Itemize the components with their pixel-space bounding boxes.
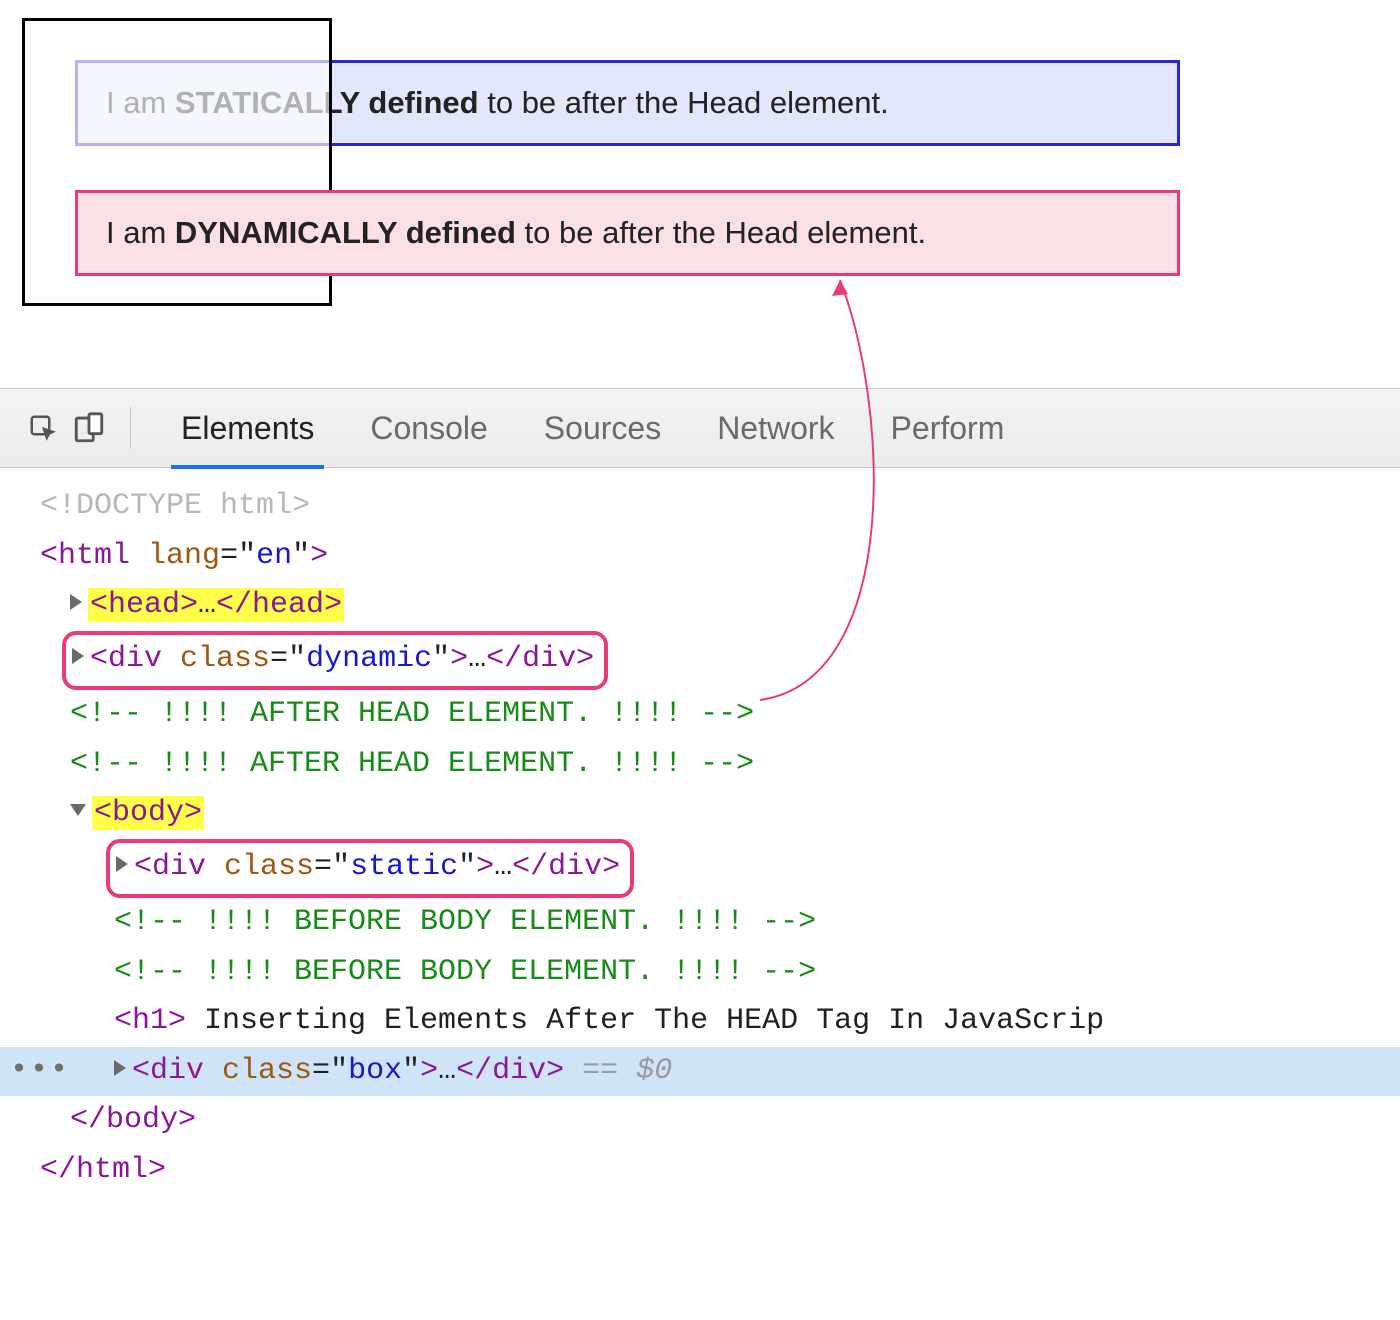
collapse-toggle-icon[interactable] [70,804,86,816]
dom-doctype[interactable]: <!DOCTYPE html> [0,482,1400,532]
dynamic-banner-text-bold: DYNAMICALLY defined [175,215,516,250]
dynamic-banner-text-post: to be after the Head element. [516,215,926,250]
expand-toggle-icon[interactable] [114,1060,126,1076]
tab-elements[interactable]: Elements [153,388,342,468]
static-banner-text-pre: I am [106,85,175,120]
static-banner: I am STATICALLY defined to be after the … [75,60,1180,146]
dynamic-outline: <div class="dynamic">…</div> [62,631,608,691]
dom-html-close[interactable]: </html> [0,1146,1400,1196]
dom-body-open[interactable]: <body> [0,789,1400,839]
inspect-icon[interactable] [28,413,58,443]
overflow-dots-icon[interactable]: ••• [10,1047,70,1097]
dom-comment-afterhead-2[interactable]: <!-- !!!! AFTER HEAD ELEMENT. !!!! --> [0,740,1400,790]
tabbar-divider [130,407,131,449]
dom-comment-beforebody-2[interactable]: <!-- !!!! BEFORE BODY ELEMENT. !!!! --> [0,948,1400,998]
dom-h1[interactable]: <h1> Inserting Elements After The HEAD T… [0,997,1400,1047]
dom-body-close[interactable]: </body> [0,1096,1400,1146]
devtools-panel: Elements Console Sources Network Perform… [0,388,1400,1195]
dom-box-div-selected[interactable]: ••• <div class="box">…</div> == $0 [0,1047,1400,1097]
dom-html-open[interactable]: <html lang="en"> [0,532,1400,582]
dom-tree[interactable]: <!DOCTYPE html> <html lang="en"> <head>…… [0,468,1400,1195]
tab-network[interactable]: Network [689,388,862,468]
page-preview: I am STATICALLY defined to be after the … [0,0,1400,320]
static-banner-text-post: to be after the Head element. [479,85,889,120]
dynamic-banner-text-pre: I am [106,215,175,250]
dom-comment-beforebody-1[interactable]: <!-- !!!! BEFORE BODY ELEMENT. !!!! --> [0,898,1400,948]
tab-performance[interactable]: Perform [863,388,1033,468]
dom-dynamic-div[interactable]: <div class="dynamic">…</div> [0,631,1400,691]
devtools-tabbar: Elements Console Sources Network Perform [0,388,1400,468]
dom-static-div[interactable]: <div class="static">…</div> [0,839,1400,899]
body-highlight: <body> [92,796,204,830]
tab-console[interactable]: Console [342,388,515,468]
dom-head[interactable]: <head>…</head> [0,581,1400,631]
expand-toggle-icon[interactable] [70,594,82,610]
static-banner-text-bold: STATICALLY defined [175,85,479,120]
dynamic-banner: I am DYNAMICALLY defined to be after the… [75,190,1180,276]
dom-comment-afterhead-1[interactable]: <!-- !!!! AFTER HEAD ELEMENT. !!!! --> [0,690,1400,740]
device-toggle-icon[interactable] [72,411,106,445]
expand-toggle-icon[interactable] [72,648,84,664]
head-highlight: <head>…</head> [88,588,344,622]
static-outline: <div class="static">…</div> [106,839,634,899]
expand-toggle-icon[interactable] [116,856,128,872]
tab-sources[interactable]: Sources [516,388,689,468]
